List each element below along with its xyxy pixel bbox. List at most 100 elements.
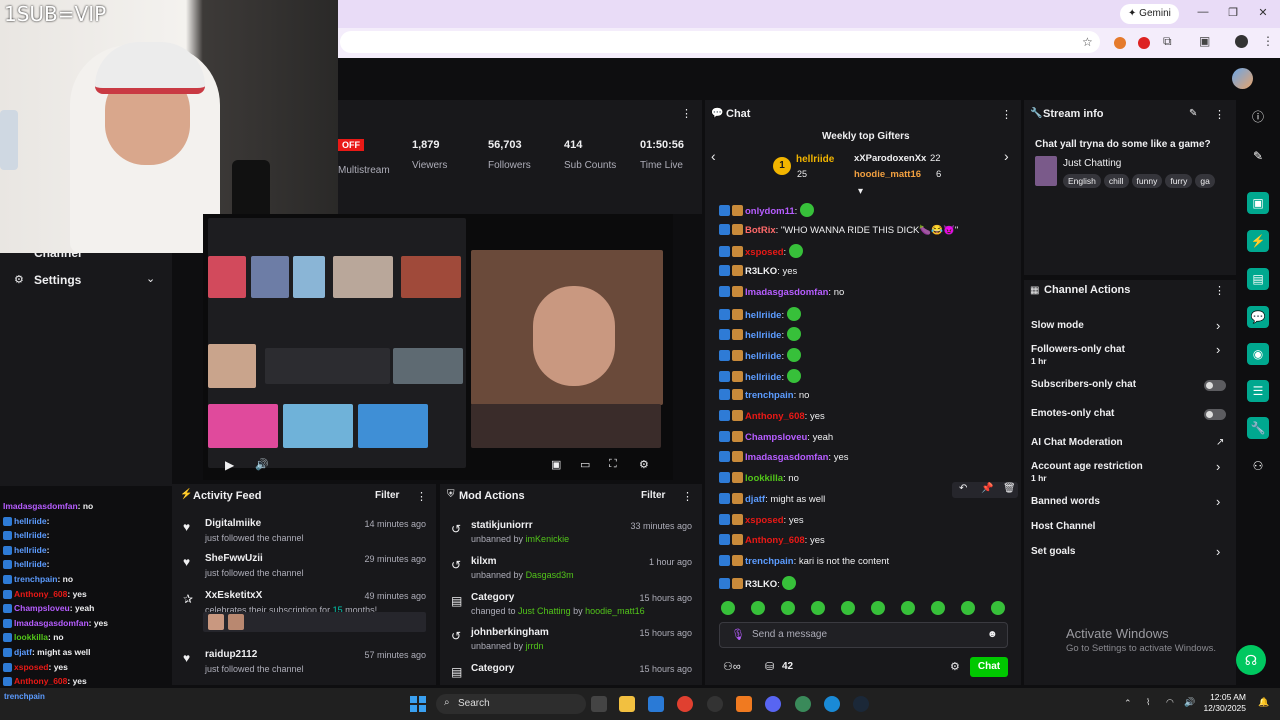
extensions-puzzle-icon[interactable]: ⧉	[1163, 34, 1172, 49]
list-icon[interactable]: ▤	[1247, 268, 1269, 290]
pencil-icon[interactable]: ✎	[1247, 145, 1269, 167]
mod-desc-user[interactable]: Dasgasd3m	[526, 570, 574, 580]
discord-icon[interactable]	[765, 696, 781, 712]
chat-username[interactable]: hellriide	[745, 330, 781, 341]
category-name[interactable]: Just Chatting	[1063, 158, 1121, 169]
emote-shortcut-icon[interactable]	[751, 601, 765, 615]
gifter-3-name[interactable]: hoodie_matt16	[854, 169, 921, 180]
mod-filter-button[interactable]: Filter	[641, 490, 665, 501]
emote-shortcut-icon[interactable]	[931, 601, 945, 615]
toggle-switch[interactable]	[1204, 409, 1226, 420]
emote-shortcut-icon[interactable]	[901, 601, 915, 615]
chat-username[interactable]: hellriide	[745, 372, 781, 383]
chat-message[interactable]: hellriide:	[719, 369, 801, 383]
chevron-right-icon[interactable]: ›	[1216, 342, 1220, 357]
tray-chevron-icon[interactable]: ⌃	[1124, 698, 1132, 709]
chat-username[interactable]: xsposed	[745, 515, 784, 526]
mod-action-name[interactable]: Category	[471, 663, 514, 674]
stats-menu-icon[interactable]: ⋮	[681, 107, 692, 120]
emote-shortcut-icon[interactable]	[811, 601, 825, 615]
chat-message[interactable]: BotRix: "WHO WANNA RIDE THIS DICK🍆😂😈"	[719, 224, 958, 236]
tag[interactable]: funny	[1131, 174, 1163, 188]
channel-action-label[interactable]: Followers-only chat	[1031, 344, 1125, 355]
external-link-icon[interactable]: ↗	[1216, 437, 1224, 448]
chat-message[interactable]: Imadasgasdomfan: yes	[719, 451, 849, 463]
channel-actions-menu-icon[interactable]: ⋮	[1214, 284, 1225, 297]
mod-desc-user[interactable]: imKenickie	[526, 534, 570, 544]
support-chat-icon[interactable]: ☊	[1236, 645, 1266, 675]
volume-icon[interactable]: 🔊	[1184, 697, 1195, 708]
bolt-icon[interactable]: ⚡	[1247, 230, 1269, 252]
edge-icon[interactable]	[824, 696, 840, 712]
channel-action-label[interactable]: Subscribers-only chat	[1031, 379, 1136, 390]
chat-username[interactable]: djatf	[745, 494, 765, 505]
broadcast-icon[interactable]: ◉	[1247, 343, 1269, 365]
chat-username[interactable]: Anthony_608	[745, 535, 805, 546]
chrome-alt-icon[interactable]	[795, 696, 811, 712]
chat-send-button[interactable]: Chat	[970, 657, 1008, 677]
chat-menu-icon[interactable]: ⋮	[1001, 108, 1012, 121]
theatre-icon[interactable]: ▭	[580, 458, 590, 471]
gifters-prev-icon[interactable]: ‹	[711, 148, 716, 164]
activity-name[interactable]: raidup2112	[205, 649, 257, 660]
chat-username[interactable]: trenchpain	[745, 556, 794, 567]
activity-name[interactable]: Digitalmiike	[205, 518, 261, 529]
user-avatar[interactable]	[1232, 68, 1253, 89]
store-icon[interactable]	[648, 696, 664, 712]
channel-action-label[interactable]: AI Chat Moderation	[1031, 437, 1123, 448]
browser-menu-icon[interactable]: ⋮	[1262, 34, 1274, 48]
taskbar-clock[interactable]: 12:05 AM 12/30/2025	[1198, 692, 1246, 714]
emote-shortcut-icon[interactable]	[961, 601, 975, 615]
gear-icon[interactable]: ⚙	[639, 458, 649, 471]
gear-icon[interactable]: ⚙	[950, 660, 960, 673]
reply-icon[interactable]: ↶	[959, 483, 967, 494]
channel-action-label[interactable]: Host Channel	[1031, 521, 1095, 532]
mod-desc-user[interactable]: Just Chatting	[518, 606, 571, 616]
chat-message[interactable]: trenchpain: no	[719, 389, 809, 401]
chevron-right-icon[interactable]: ›	[1216, 544, 1220, 559]
taskbar-search[interactable]: Search	[436, 694, 586, 714]
gemini-button[interactable]: ✦ Gemini	[1120, 4, 1179, 24]
tag[interactable]: furry	[1165, 174, 1193, 188]
gifter-2-name[interactable]: xXParodoxenXx	[854, 153, 926, 164]
chat-message[interactable]: xsposed:	[719, 244, 803, 258]
chat-username[interactable]: Imadasgasdomfan	[745, 287, 828, 298]
wrench-icon[interactable]: 🔧	[1247, 417, 1269, 439]
chat-bubble-icon[interactable]: 💬	[1247, 306, 1269, 328]
chat-message[interactable]: hellriide:	[719, 348, 801, 362]
emoji-icon[interactable]: ☻	[987, 629, 998, 640]
notification-icon[interactable]: 🔔	[1258, 697, 1269, 708]
shield-icon[interactable]: ▣	[1247, 192, 1269, 214]
tag[interactable]: ga	[1195, 174, 1215, 188]
chat-username[interactable]: R3LKO	[745, 266, 777, 277]
user-settings-icon[interactable]: ⚇∞	[723, 660, 741, 673]
obs-icon[interactable]	[707, 696, 723, 712]
collapse-icon[interactable]: ▾	[858, 186, 863, 197]
stream-preview-video[interactable]: ▶ 🔊 ▣ ▭ ⛶ ⚙	[203, 214, 673, 480]
activity-filter-button[interactable]: Filter	[375, 490, 399, 501]
chat-message[interactable]: xsposed: yes	[719, 514, 804, 526]
emote-shortcut-icon[interactable]	[781, 601, 795, 615]
profile-avatar[interactable]	[1235, 35, 1248, 48]
chat-username[interactable]: hellriide	[745, 351, 781, 362]
toggle-switch[interactable]	[1204, 380, 1226, 391]
chat-message[interactable]: R3LKO:	[719, 576, 797, 590]
bookmark-star-icon[interactable]: ☆	[1082, 35, 1093, 49]
mod-desc-user[interactable]: hoodie_matt16	[585, 606, 645, 616]
wifi-icon[interactable]: ◠	[1166, 697, 1174, 708]
gifters-next-icon[interactable]: ›	[1004, 148, 1009, 164]
info-icon[interactable]: ⓘ	[1247, 106, 1269, 128]
chrome-icon[interactable]	[677, 696, 693, 712]
task-view-icon[interactable]	[591, 696, 607, 712]
emote-shortcut-icon[interactable]	[841, 601, 855, 615]
address-bar[interactable]	[340, 31, 1100, 53]
channel-action-label[interactable]: Set goals	[1031, 546, 1075, 557]
volume-icon[interactable]: 🔊	[255, 458, 269, 471]
adblock-icon[interactable]	[1138, 37, 1150, 49]
edit-icon[interactable]: ✎	[1189, 108, 1197, 119]
emote-shortcut-icon[interactable]	[871, 601, 885, 615]
users-icon[interactable]: ⚇	[1247, 455, 1269, 477]
chat-username[interactable]: onlydom11	[745, 206, 795, 217]
nav-settings[interactable]: Settings	[34, 273, 81, 287]
mod-action-name[interactable]: kilxm	[471, 556, 497, 567]
